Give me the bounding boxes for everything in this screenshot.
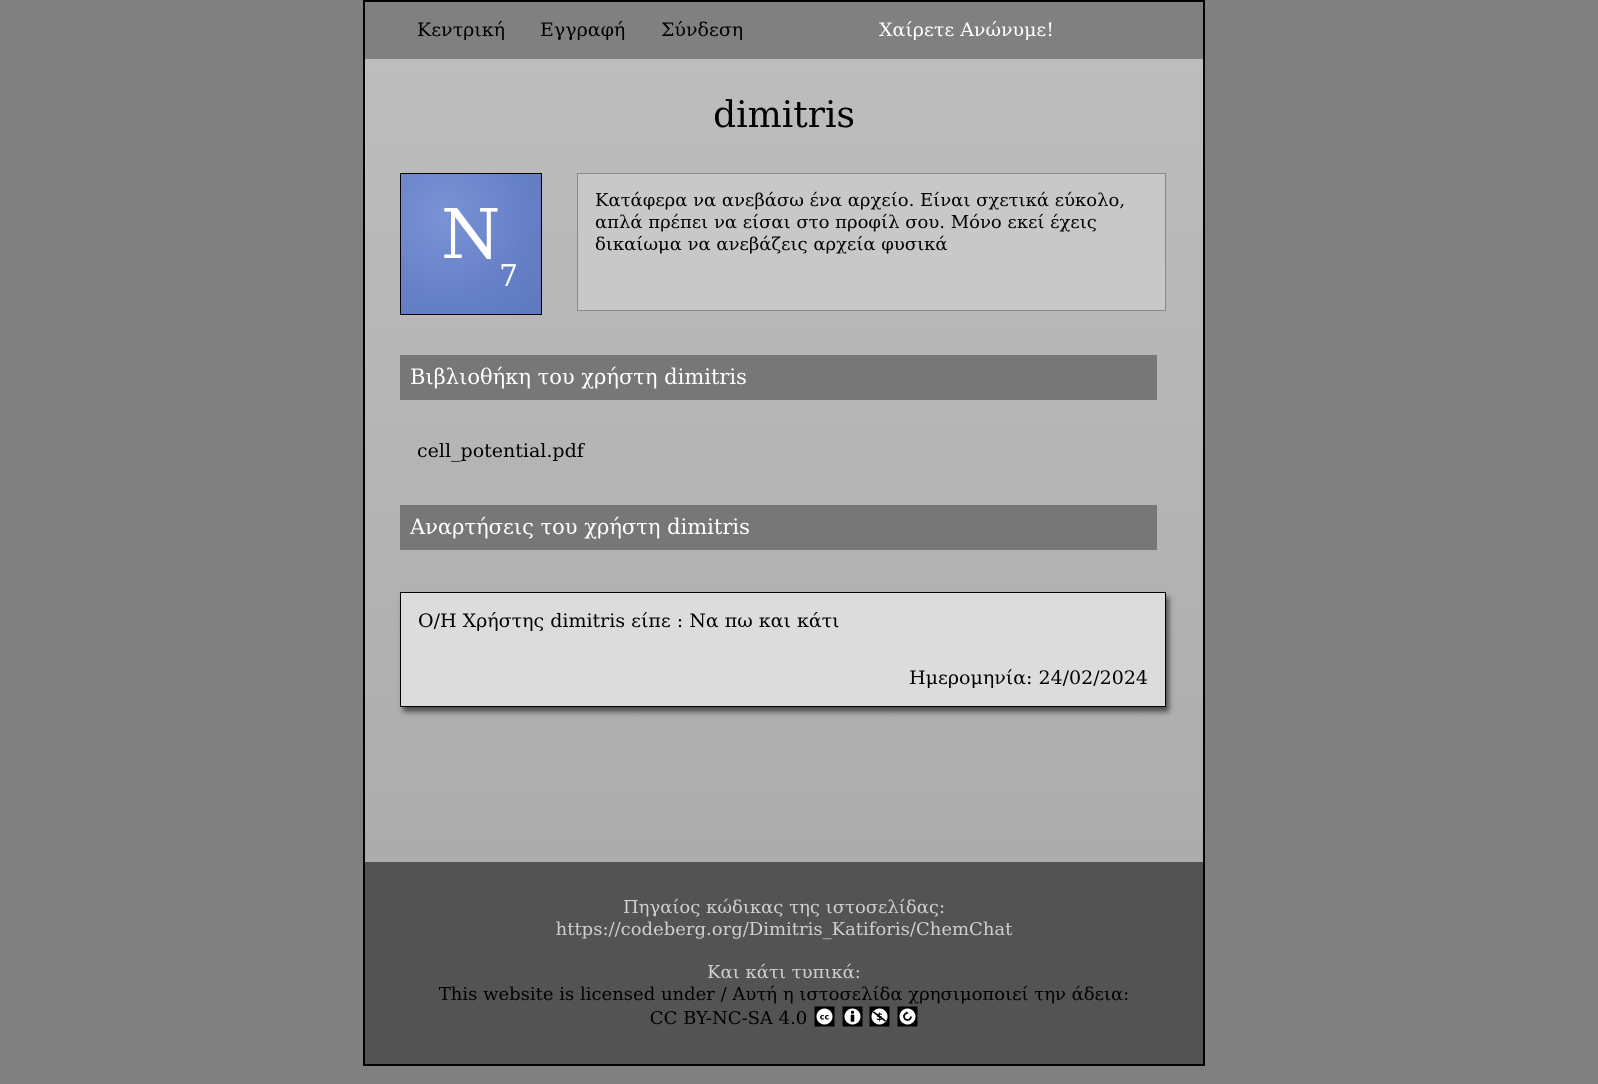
profile-bio: Κατάφερα να ανεβάσω ένα αρχείο. Είναι σχ…	[577, 173, 1166, 311]
license-text: This website is licensed under / Αυτή η …	[435, 984, 1133, 1033]
avatar: N 7	[400, 173, 542, 315]
navbar: Κεντρική Εγγραφή Σύνδεση Χαίρετε Ανώνυμε…	[365, 2, 1203, 59]
license-name[interactable]: CC BY-NC-SA 4.0	[650, 1008, 807, 1029]
avatar-letter: N	[441, 196, 501, 275]
post-text: Ο/Η Χρήστης dimitris είπε : Να πω και κά…	[418, 610, 840, 632]
nav-link-login[interactable]: Σύνδεση	[661, 19, 743, 41]
svg-text:cc: cc	[820, 1013, 830, 1022]
source-code-link[interactable]: Πηγαίος κώδικας της ιστοσελίδας: https:/…	[435, 897, 1133, 941]
post-date: Ημερομηνία: 24/02/2024	[909, 667, 1148, 689]
nav-link-register[interactable]: Εγγραφή	[540, 19, 625, 41]
page-container: Κεντρική Εγγραφή Σύνδεση Χαίρετε Ανώνυμε…	[363, 0, 1205, 1066]
main-content: dimitris N 7 Κατάφερα να ανεβάσω ένα αρχ…	[365, 59, 1203, 862]
footer: Πηγαίος κώδικας της ιστοσελίδας: https:/…	[365, 862, 1203, 1064]
post-card: Ο/Η Χρήστης dimitris είπε : Να πω και κά…	[400, 592, 1166, 707]
by-icon	[842, 1006, 863, 1027]
posts-header: Αναρτήσεις του χρήστη dimitris	[400, 505, 1157, 550]
cc-icon: cc	[814, 1006, 835, 1027]
profile-username: dimitris	[713, 95, 855, 136]
license-prefix: This website is licensed under / Αυτή η …	[438, 984, 1130, 1005]
sa-icon	[897, 1006, 918, 1027]
avatar-subscript: 7	[499, 259, 519, 294]
nc-icon: $	[869, 1006, 890, 1027]
file-link[interactable]: cell_potential.pdf	[417, 440, 584, 462]
footer-formal-text: Και κάτι τυπικά:	[707, 962, 861, 983]
library-header: Βιβλιοθήκη του χρήστη dimitris	[400, 355, 1157, 400]
nav-link-home[interactable]: Κεντρική	[417, 19, 505, 41]
greeting-text: Χαίρετε Ανώνυμε!	[879, 19, 1054, 41]
license-icons: cc $	[813, 1006, 918, 1033]
